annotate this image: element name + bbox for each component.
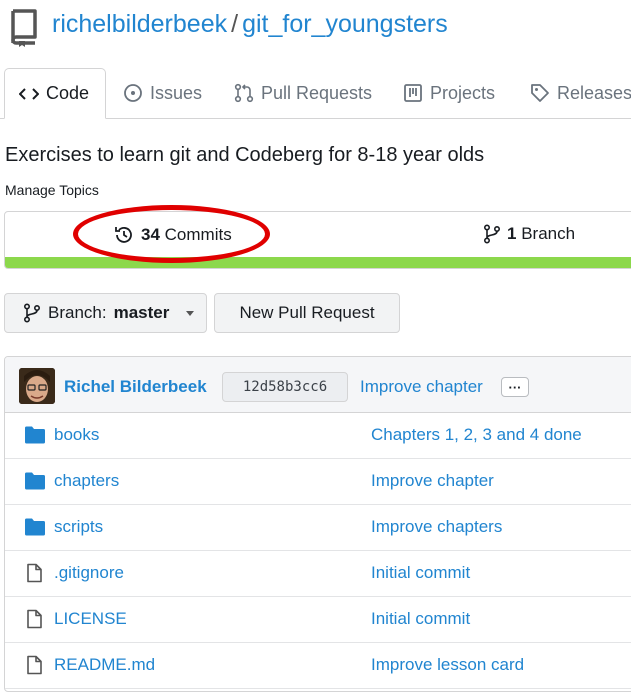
file-icon <box>27 655 42 675</box>
tab-releases[interactable]: Releases <box>530 68 631 118</box>
commit-more-button[interactable]: ··· <box>501 377 529 397</box>
pull-request-icon <box>234 83 254 103</box>
repo-title: richelbilderbeek / git_for_youngsters <box>52 10 448 39</box>
file-row: .gitignore Initial commit <box>5 550 631 597</box>
tab-pull-requests[interactable]: Pull Requests <box>234 68 372 118</box>
file-row: scripts Improve chapters <box>5 504 631 551</box>
tab-issues[interactable]: Issues <box>123 68 202 118</box>
file-commit-link[interactable]: Initial commit <box>371 563 470 583</box>
commit-message-link[interactable]: Improve chapter <box>360 377 483 397</box>
branch-count: 1 <box>507 224 517 243</box>
chevron-down-icon <box>186 310 195 316</box>
folder-icon <box>25 472 45 490</box>
branch-stat[interactable]: 1 Branch <box>483 224 575 244</box>
branch-label: Branch <box>521 224 576 243</box>
repo-description: Exercises to learn git and Codeberg for … <box>5 144 485 166</box>
repo-link[interactable]: git_for_youngsters <box>242 10 448 38</box>
branch-icon <box>23 303 41 323</box>
file-name-link[interactable]: scripts <box>54 517 103 537</box>
file-table: Richel Bilderbeek 12d58b3cc6 Improve cha… <box>4 356 631 692</box>
file-icon <box>27 563 42 583</box>
file-name-link[interactable]: README.md <box>54 655 155 675</box>
highlight-ellipse <box>73 205 270 263</box>
code-icon <box>19 87 39 100</box>
tab-projects[interactable]: Projects <box>403 68 495 118</box>
repo-tabs: Code Issues Pull Requests Projects Relea… <box>0 68 631 119</box>
file-name-link[interactable]: books <box>54 425 99 445</box>
file-name-link[interactable]: chapters <box>54 471 119 491</box>
tab-projects-label: Projects <box>430 82 496 103</box>
file-row: LICENSE Initial commit <box>5 596 631 643</box>
projects-icon <box>404 84 422 102</box>
file-commit-link[interactable]: Initial commit <box>371 609 470 629</box>
tab-releases-label: Releases <box>557 82 631 103</box>
tag-icon <box>531 84 549 102</box>
commit-author-link[interactable]: Richel Bilderbeek <box>64 377 207 397</box>
file-row: books Chapters 1, 2, 3 and 4 done <box>5 412 631 459</box>
issues-icon <box>124 84 142 102</box>
file-commit-link[interactable]: Improve lesson card <box>371 655 524 675</box>
folder-icon <box>25 426 45 444</box>
file-name-link[interactable]: .gitignore <box>54 563 124 583</box>
folder-icon <box>25 518 45 536</box>
file-row: README.md Improve lesson card <box>5 642 631 689</box>
file-commit-link[interactable]: Chapters 1, 2, 3 and 4 done <box>371 425 582 445</box>
file-row: chapters Improve chapter <box>5 458 631 505</box>
file-name-link[interactable]: LICENSE <box>54 609 127 629</box>
branch-dropdown[interactable]: Branch: master <box>4 293 207 333</box>
tab-issues-label: Issues <box>150 82 203 103</box>
repo-icon <box>11 9 37 47</box>
avatar[interactable] <box>19 368 55 404</box>
file-icon <box>27 609 42 629</box>
file-commit-link[interactable]: Improve chapters <box>371 517 502 537</box>
avatar-image <box>19 368 55 404</box>
branch-value: master <box>113 303 170 322</box>
new-pull-request-button[interactable]: New Pull Request <box>214 293 400 333</box>
language-bar[interactable] <box>5 257 631 268</box>
tab-code-label: Code <box>46 83 90 103</box>
branch-prefix: Branch: <box>48 303 107 322</box>
tab-pull-requests-label: Pull Requests <box>261 82 373 103</box>
owner-link[interactable]: richelbilderbeek <box>52 10 227 38</box>
title-separator: / <box>231 10 239 38</box>
commit-sha-button[interactable]: 12d58b3cc6 <box>222 372 348 402</box>
file-commit-link[interactable]: Improve chapter <box>371 471 494 491</box>
branch-icon <box>483 224 501 244</box>
manage-topics-link[interactable]: Manage Topics <box>5 182 99 198</box>
tab-code[interactable]: Code <box>4 68 106 119</box>
latest-commit-row: Richel Bilderbeek 12d58b3cc6 Improve cha… <box>5 357 631 413</box>
